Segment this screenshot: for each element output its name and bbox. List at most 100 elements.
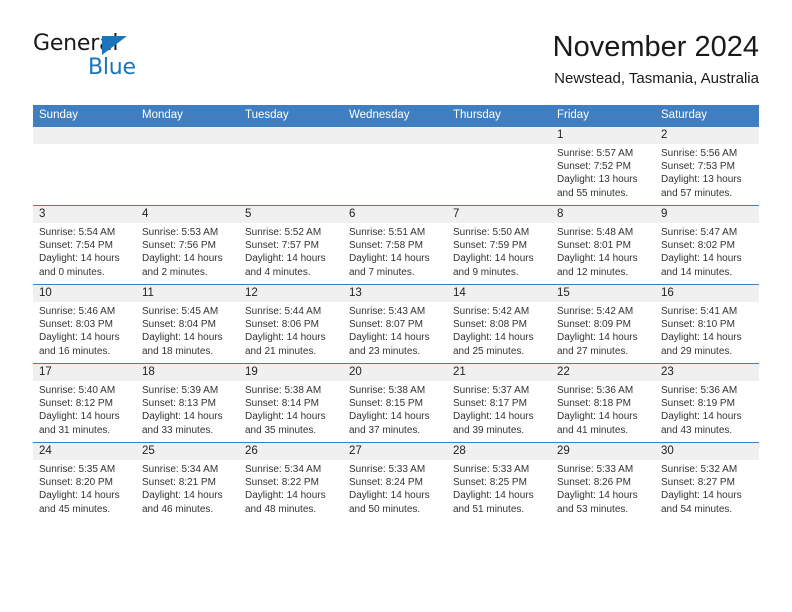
calendar-day-cell[interactable]: 2 Sunrise: 5:56 AM Sunset: 7:53 PM Daylight…: [655, 126, 759, 206]
daylight-text: Daylight: 14 hours and 50 minutes.: [349, 490, 430, 515]
sunset-text: Sunset: 8:06 PM: [245, 319, 319, 331]
sunrise-text: Sunrise: 5:43 AM: [349, 306, 426, 317]
calendar-day-cell[interactable]: 13 Sunrise: 5:43 AM Sunset: 8:07 PM Dayligh…: [343, 284, 447, 364]
calendar-day-cell[interactable]: 8 Sunrise: 5:48 AM Sunset: 8:01 PM Daylight…: [551, 205, 655, 285]
page-header: General Blue November 2024 Newstead, Tas…: [0, 0, 792, 100]
sunrise-text: Sunrise: 5:45 AM: [142, 306, 219, 317]
day-number: 6: [343, 206, 447, 223]
calendar-day-cell[interactable]: 4 Sunrise: 5:53 AM Sunset: 7:56 PM Daylight…: [136, 205, 239, 285]
day-number: 15: [551, 285, 655, 302]
daylight-text: Daylight: 14 hours and 45 minutes.: [39, 490, 120, 515]
day-details: Sunrise: 5:41 AM Sunset: 8:10 PM Daylight:…: [655, 302, 759, 358]
page-subtitle: Newstead, Tasmania, Australia: [554, 70, 759, 87]
day-number: 20: [343, 364, 447, 381]
sunset-text: Sunset: 8:26 PM: [557, 477, 631, 489]
sunset-text: Sunset: 8:03 PM: [39, 319, 113, 331]
calendar-day-cell[interactable]: 30 Sunrise: 5:32 AM Sunset: 8:27 PM Dayligh…: [655, 442, 759, 521]
day-number: 10: [33, 285, 136, 302]
sunset-text: Sunset: 7:53 PM: [661, 161, 735, 173]
calendar-day-cell[interactable]: 11 Sunrise: 5:45 AM Sunset: 8:04 PM Dayligh…: [136, 284, 239, 364]
day-details: Sunrise: 5:46 AM Sunset: 8:03 PM Daylight:…: [33, 302, 136, 358]
daylight-text: Daylight: 14 hours and 41 minutes.: [557, 411, 638, 436]
calendar-day-cell[interactable]: 14 Sunrise: 5:42 AM Sunset: 8:08 PM Dayligh…: [447, 284, 551, 364]
day-number: 18: [136, 364, 239, 381]
day-number: 21: [447, 364, 551, 381]
calendar-page: General Blue November 2024 Newstead, Tas…: [0, 0, 792, 612]
calendar-day-cell[interactable]: 5 Sunrise: 5:52 AM Sunset: 7:57 PM Daylight…: [239, 205, 343, 285]
calendar-day-cell[interactable]: 25 Sunrise: 5:34 AM Sunset: 8:21 PM Dayligh…: [136, 442, 239, 521]
day-number: 29: [551, 443, 655, 460]
calendar-day-cell[interactable]: 20 Sunrise: 5:38 AM Sunset: 8:15 PM Dayligh…: [343, 363, 447, 443]
sunrise-text: Sunrise: 5:33 AM: [349, 464, 426, 475]
daylight-text: Daylight: 14 hours and 0 minutes.: [39, 253, 120, 278]
calendar-day-cell[interactable]: 9 Sunrise: 5:47 AM Sunset: 8:02 PM Daylight…: [655, 205, 759, 285]
daylight-text: Daylight: 14 hours and 25 minutes.: [453, 332, 534, 357]
weekday-header-friday: Friday: [551, 105, 655, 127]
day-details: Sunrise: 5:40 AM Sunset: 8:12 PM Daylight:…: [33, 381, 136, 437]
day-details: Sunrise: 5:33 AM Sunset: 8:25 PM Daylight:…: [447, 460, 551, 516]
day-number: 3: [33, 206, 136, 223]
sunset-text: Sunset: 7:56 PM: [142, 240, 216, 252]
sunrise-text: Sunrise: 5:32 AM: [661, 464, 738, 475]
calendar-empty-cell: [136, 126, 239, 206]
calendar-day-cell[interactable]: 1 Sunrise: 5:57 AM Sunset: 7:52 PM Daylight…: [551, 126, 655, 206]
sunset-text: Sunset: 8:17 PM: [453, 398, 527, 410]
sunset-text: Sunset: 7:58 PM: [349, 240, 423, 252]
sunset-text: Sunset: 7:59 PM: [453, 240, 527, 252]
calendar-day-cell[interactable]: 24 Sunrise: 5:35 AM Sunset: 8:20 PM Dayligh…: [33, 442, 136, 521]
sunset-text: Sunset: 7:52 PM: [557, 161, 631, 173]
sunrise-text: Sunrise: 5:34 AM: [142, 464, 219, 475]
calendar-day-cell[interactable]: 22 Sunrise: 5:36 AM Sunset: 8:18 PM Dayligh…: [551, 363, 655, 443]
calendar-day-cell[interactable]: 27 Sunrise: 5:33 AM Sunset: 8:24 PM Dayligh…: [343, 442, 447, 521]
day-details: Sunrise: 5:36 AM Sunset: 8:19 PM Daylight:…: [655, 381, 759, 437]
calendar-day-cell[interactable]: 6 Sunrise: 5:51 AM Sunset: 7:58 PM Daylight…: [343, 205, 447, 285]
sunset-text: Sunset: 8:19 PM: [661, 398, 735, 410]
day-number: 22: [551, 364, 655, 381]
calendar-day-cell[interactable]: 10 Sunrise: 5:46 AM Sunset: 8:03 PM Dayligh…: [33, 284, 136, 364]
calendar-day-cell[interactable]: 3 Sunrise: 5:54 AM Sunset: 7:54 PM Daylight…: [33, 205, 136, 285]
day-details: Sunrise: 5:33 AM Sunset: 8:24 PM Daylight:…: [343, 460, 447, 516]
calendar-day-cell[interactable]: 7 Sunrise: 5:50 AM Sunset: 7:59 PM Daylight…: [447, 205, 551, 285]
calendar-body: 1 Sunrise: 5:57 AM Sunset: 7:52 PM Daylight…: [33, 126, 759, 521]
calendar-day-cell[interactable]: 17 Sunrise: 5:40 AM Sunset: 8:12 PM Dayligh…: [33, 363, 136, 443]
sunrise-text: Sunrise: 5:51 AM: [349, 227, 426, 238]
calendar-day-cell[interactable]: 23 Sunrise: 5:36 AM Sunset: 8:19 PM Dayligh…: [655, 363, 759, 443]
day-number: 25: [136, 443, 239, 460]
daylight-text: Daylight: 14 hours and 43 minutes.: [661, 411, 742, 436]
daylight-text: Daylight: 14 hours and 23 minutes.: [349, 332, 430, 357]
sunset-text: Sunset: 8:24 PM: [349, 477, 423, 489]
weekday-header-sunday: Sunday: [33, 105, 136, 127]
sunrise-text: Sunrise: 5:47 AM: [661, 227, 738, 238]
calendar-day-cell[interactable]: 26 Sunrise: 5:34 AM Sunset: 8:22 PM Dayligh…: [239, 442, 343, 521]
daylight-text: Daylight: 14 hours and 48 minutes.: [245, 490, 326, 515]
day-number: 23: [655, 364, 759, 381]
calendar-day-cell[interactable]: 21 Sunrise: 5:37 AM Sunset: 8:17 PM Dayligh…: [447, 363, 551, 443]
calendar-week-row: 24 Sunrise: 5:35 AM Sunset: 8:20 PM Dayligh…: [33, 442, 759, 521]
daylight-text: Daylight: 14 hours and 9 minutes.: [453, 253, 534, 278]
calendar-week-row: 10 Sunrise: 5:46 AM Sunset: 8:03 PM Dayligh…: [33, 284, 759, 364]
calendar-day-cell[interactable]: 19 Sunrise: 5:38 AM Sunset: 8:14 PM Dayligh…: [239, 363, 343, 443]
day-number: 5: [239, 206, 343, 223]
calendar-day-cell[interactable]: 12 Sunrise: 5:44 AM Sunset: 8:06 PM Dayligh…: [239, 284, 343, 364]
sunset-text: Sunset: 8:20 PM: [39, 477, 113, 489]
day-number: 26: [239, 443, 343, 460]
sunrise-text: Sunrise: 5:50 AM: [453, 227, 530, 238]
sunrise-text: Sunrise: 5:36 AM: [661, 385, 738, 396]
day-details: Sunrise: 5:34 AM Sunset: 8:22 PM Daylight:…: [239, 460, 343, 516]
sunset-text: Sunset: 7:57 PM: [245, 240, 319, 252]
sunrise-text: Sunrise: 5:57 AM: [557, 148, 634, 159]
day-number: 1: [551, 127, 655, 144]
day-details: Sunrise: 5:39 AM Sunset: 8:13 PM Daylight:…: [136, 381, 239, 437]
day-number: 13: [343, 285, 447, 302]
sunset-text: Sunset: 8:14 PM: [245, 398, 319, 410]
daylight-text: Daylight: 13 hours and 55 minutes.: [557, 174, 638, 199]
calendar-day-cell[interactable]: 28 Sunrise: 5:33 AM Sunset: 8:25 PM Dayligh…: [447, 442, 551, 521]
day-details: Sunrise: 5:42 AM Sunset: 8:09 PM Daylight:…: [551, 302, 655, 358]
day-details: Sunrise: 5:50 AM Sunset: 7:59 PM Daylight:…: [447, 223, 551, 279]
day-number: 28: [447, 443, 551, 460]
calendar-day-cell[interactable]: 16 Sunrise: 5:41 AM Sunset: 8:10 PM Dayligh…: [655, 284, 759, 364]
calendar-day-cell[interactable]: 18 Sunrise: 5:39 AM Sunset: 8:13 PM Dayligh…: [136, 363, 239, 443]
day-number: [239, 127, 343, 144]
calendar-day-cell[interactable]: 15 Sunrise: 5:42 AM Sunset: 8:09 PM Dayligh…: [551, 284, 655, 364]
calendar-day-cell[interactable]: 29 Sunrise: 5:33 AM Sunset: 8:26 PM Dayligh…: [551, 442, 655, 521]
